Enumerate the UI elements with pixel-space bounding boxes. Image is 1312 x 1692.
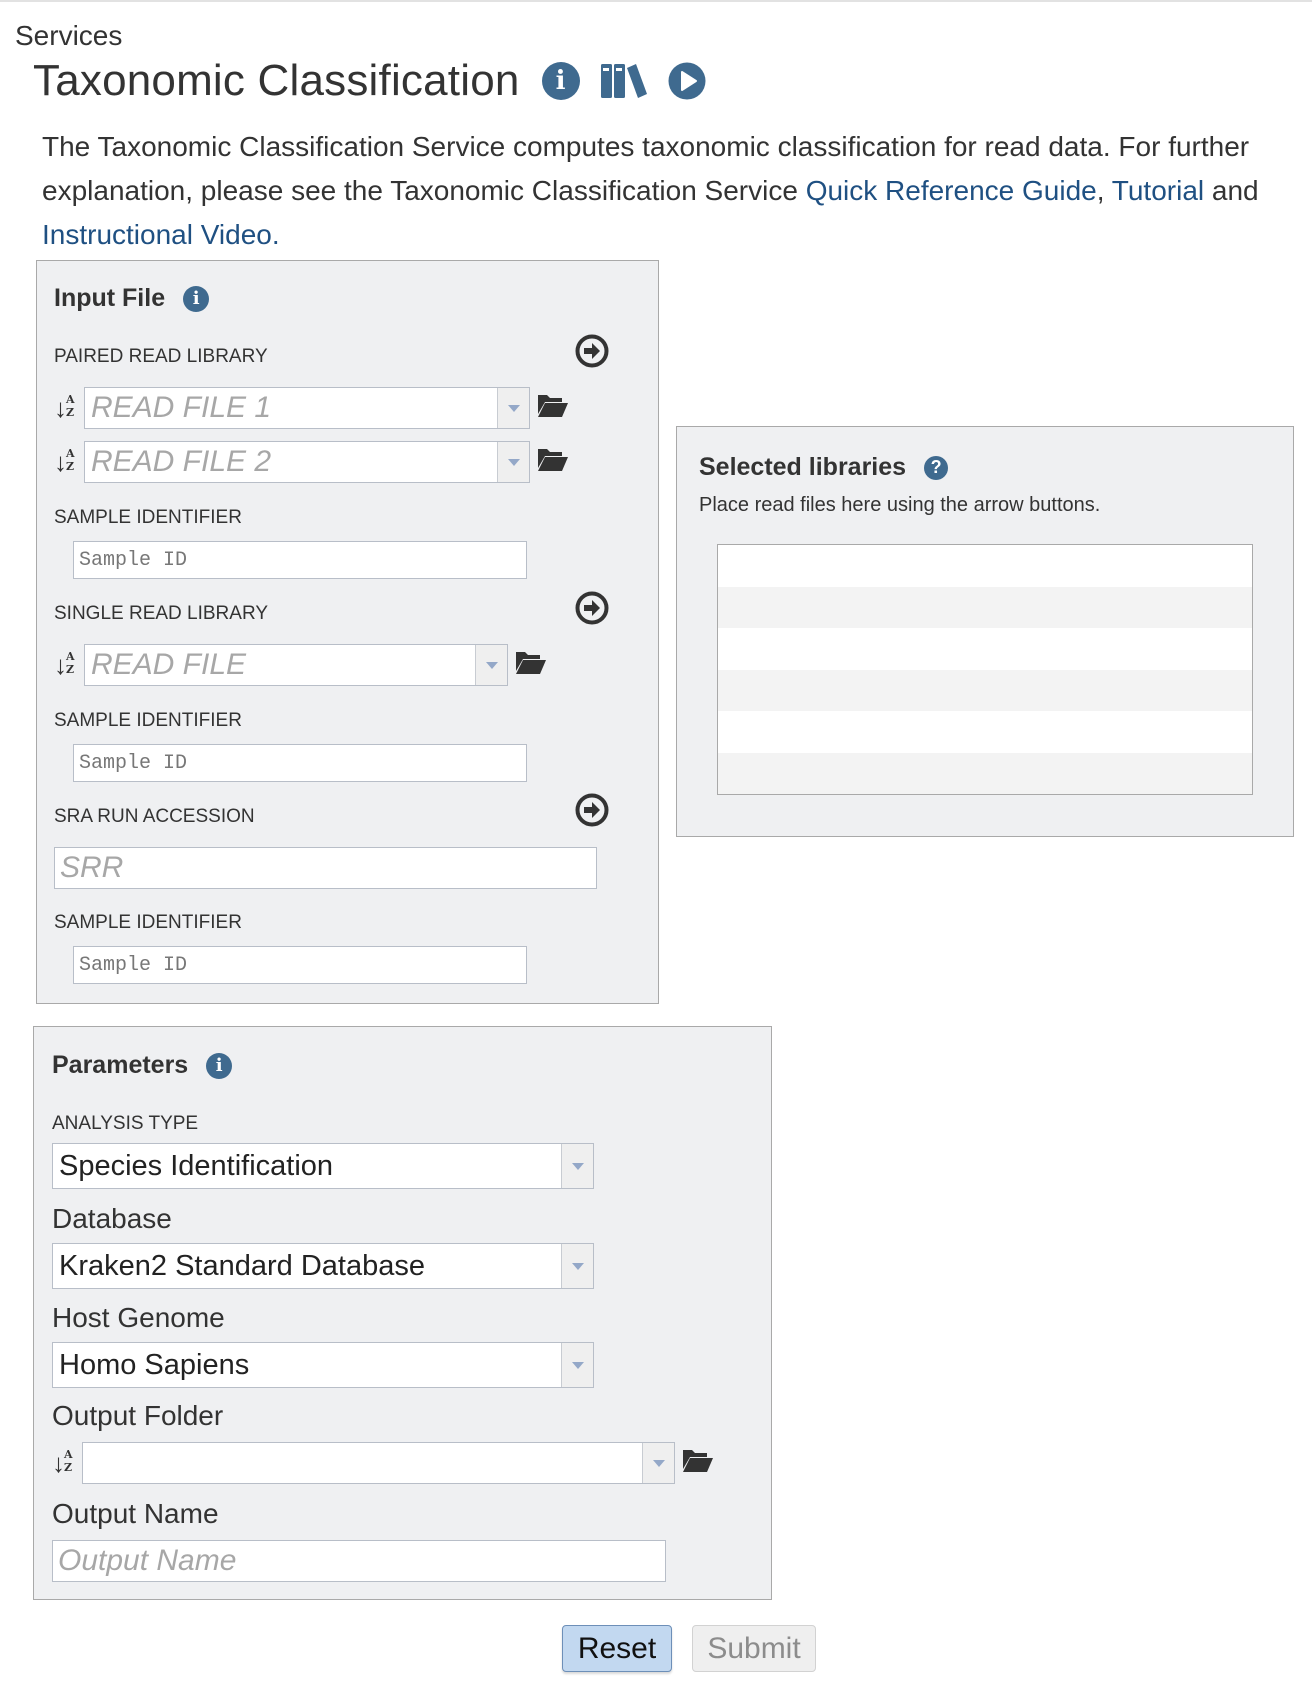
- page-title: Taxonomic Classification: [33, 56, 520, 105]
- selected-libraries-heading: Selected libraries: [699, 453, 907, 481]
- input-file-panel: [36, 260, 659, 1004]
- selected-libraries-header: Selected libraries ?: [699, 453, 949, 482]
- host-genome-value[interactable]: Homo Sapiens: [53, 1343, 561, 1387]
- input-file-header: Input File i: [54, 284, 210, 313]
- output-name-label: Output Name: [52, 1498, 219, 1529]
- info-icon[interactable]: i: [183, 285, 210, 312]
- chevron-down-icon: [571, 1262, 584, 1270]
- folder-open-icon[interactable]: [682, 1447, 714, 1473]
- instructional-video-link-end[interactable]: .: [272, 219, 280, 250]
- read-file-1-select[interactable]: READ FILE 1: [84, 387, 530, 429]
- folder-open-icon[interactable]: [537, 446, 569, 472]
- paired-read-library-label: PAIRED READ LIBRARY: [54, 346, 268, 367]
- chevron-down-icon: [571, 1361, 584, 1369]
- read-file-1-placeholder[interactable]: READ FILE 1: [85, 388, 497, 428]
- single-read-library-label: SINGLE READ LIBRARY: [54, 603, 269, 624]
- analysis-type-label: ANALYSIS TYPE: [52, 1113, 199, 1134]
- folder-open-icon[interactable]: [537, 392, 569, 418]
- analysis-type-select[interactable]: Species Identification: [52, 1143, 594, 1189]
- chevron-down-icon: [571, 1162, 584, 1170]
- info-icon[interactable]: i: [206, 1052, 233, 1079]
- chevron-down-icon: [485, 661, 498, 669]
- breadcrumb[interactable]: Services: [15, 20, 122, 52]
- books-icon[interactable]: [600, 62, 648, 100]
- submit-button[interactable]: Submit: [692, 1625, 816, 1672]
- single-read-file-dropdown-button[interactable]: [475, 645, 507, 685]
- read-file-1-dropdown-button[interactable]: [497, 388, 529, 428]
- parameters-heading: Parameters: [52, 1051, 189, 1079]
- output-name-input[interactable]: Output Name: [52, 1540, 666, 1582]
- folder-open-icon[interactable]: [515, 649, 547, 675]
- database-select[interactable]: Kraken2 Standard Database: [52, 1243, 594, 1289]
- output-folder-select[interactable]: [82, 1442, 675, 1484]
- database-label: Database: [52, 1203, 172, 1234]
- paired-sample-identifier-label: SAMPLE IDENTIFIER: [54, 507, 242, 528]
- parameters-header: Parameters i: [52, 1051, 233, 1080]
- selected-libraries-grid[interactable]: [717, 544, 1253, 795]
- tutorial-link[interactable]: Tutorial: [1112, 175, 1204, 206]
- grid-row[interactable]: [718, 628, 1252, 670]
- analysis-type-value[interactable]: Species Identification: [53, 1144, 561, 1188]
- host-genome-dropdown-button[interactable]: [561, 1343, 593, 1387]
- reset-button[interactable]: Reset: [562, 1625, 672, 1672]
- host-genome-label: Host Genome: [52, 1302, 225, 1333]
- grid-row[interactable]: [718, 669, 1252, 711]
- top-border: [0, 0, 1312, 2]
- paired-sample-id-input[interactable]: Sample ID: [73, 541, 527, 579]
- chevron-down-icon: [507, 404, 520, 412]
- sort-az-icon[interactable]: ↓ A Z: [54, 648, 80, 682]
- add-sra-arrow-icon[interactable]: [575, 793, 609, 827]
- read-file-2-placeholder[interactable]: READ FILE 2: [85, 442, 497, 482]
- single-read-file-select[interactable]: READ FILE: [84, 644, 508, 686]
- selected-libraries-description: Place read files here using the arrow bu…: [699, 494, 1101, 516]
- sort-az-icon[interactable]: ↓ A Z: [54, 445, 80, 479]
- database-dropdown-button[interactable]: [561, 1244, 593, 1288]
- sra-sample-id-input[interactable]: Sample ID: [73, 946, 527, 984]
- chevron-down-icon: [652, 1459, 665, 1467]
- database-value[interactable]: Kraken2 Standard Database: [53, 1244, 561, 1288]
- sort-az-icon[interactable]: ↓ A Z: [52, 1446, 78, 1480]
- page-header: Taxonomic Classification i: [33, 56, 706, 106]
- single-read-file-placeholder[interactable]: READ FILE: [85, 645, 475, 685]
- analysis-type-dropdown-button[interactable]: [561, 1144, 593, 1188]
- grid-row[interactable]: [718, 586, 1252, 628]
- grid-row[interactable]: [718, 711, 1252, 753]
- sra-sample-identifier-label: SAMPLE IDENTIFIER: [54, 912, 242, 933]
- host-genome-select[interactable]: Homo Sapiens: [52, 1342, 594, 1388]
- single-sample-identifier-label: SAMPLE IDENTIFIER: [54, 710, 242, 731]
- sra-accession-input[interactable]: SRR: [54, 847, 597, 889]
- service-description: The Taxonomic Classification Service com…: [42, 131, 1259, 250]
- add-paired-library-arrow-icon[interactable]: [575, 334, 609, 368]
- grid-row[interactable]: [718, 752, 1252, 794]
- output-folder-label: Output Folder: [52, 1400, 224, 1431]
- add-single-library-arrow-icon[interactable]: [575, 591, 609, 625]
- instructional-video-link[interactable]: Instructional Video: [42, 219, 272, 250]
- info-icon[interactable]: i: [541, 62, 580, 100]
- grid-row[interactable]: [718, 545, 1252, 587]
- output-folder-value[interactable]: [83, 1443, 642, 1483]
- play-icon[interactable]: [668, 62, 706, 100]
- read-file-2-select[interactable]: READ FILE 2: [84, 441, 530, 483]
- chevron-down-icon: [507, 458, 520, 466]
- sra-run-accession-label: SRA RUN ACCESSION: [54, 806, 255, 827]
- input-file-heading: Input File: [54, 284, 166, 312]
- sort-az-icon[interactable]: ↓ A Z: [54, 391, 80, 425]
- read-file-2-dropdown-button[interactable]: [497, 442, 529, 482]
- output-folder-dropdown-button[interactable]: [642, 1443, 674, 1483]
- help-icon[interactable]: ?: [924, 455, 949, 480]
- quick-reference-guide-link[interactable]: Quick Reference Guide: [806, 175, 1097, 206]
- single-sample-id-input[interactable]: Sample ID: [73, 744, 527, 782]
